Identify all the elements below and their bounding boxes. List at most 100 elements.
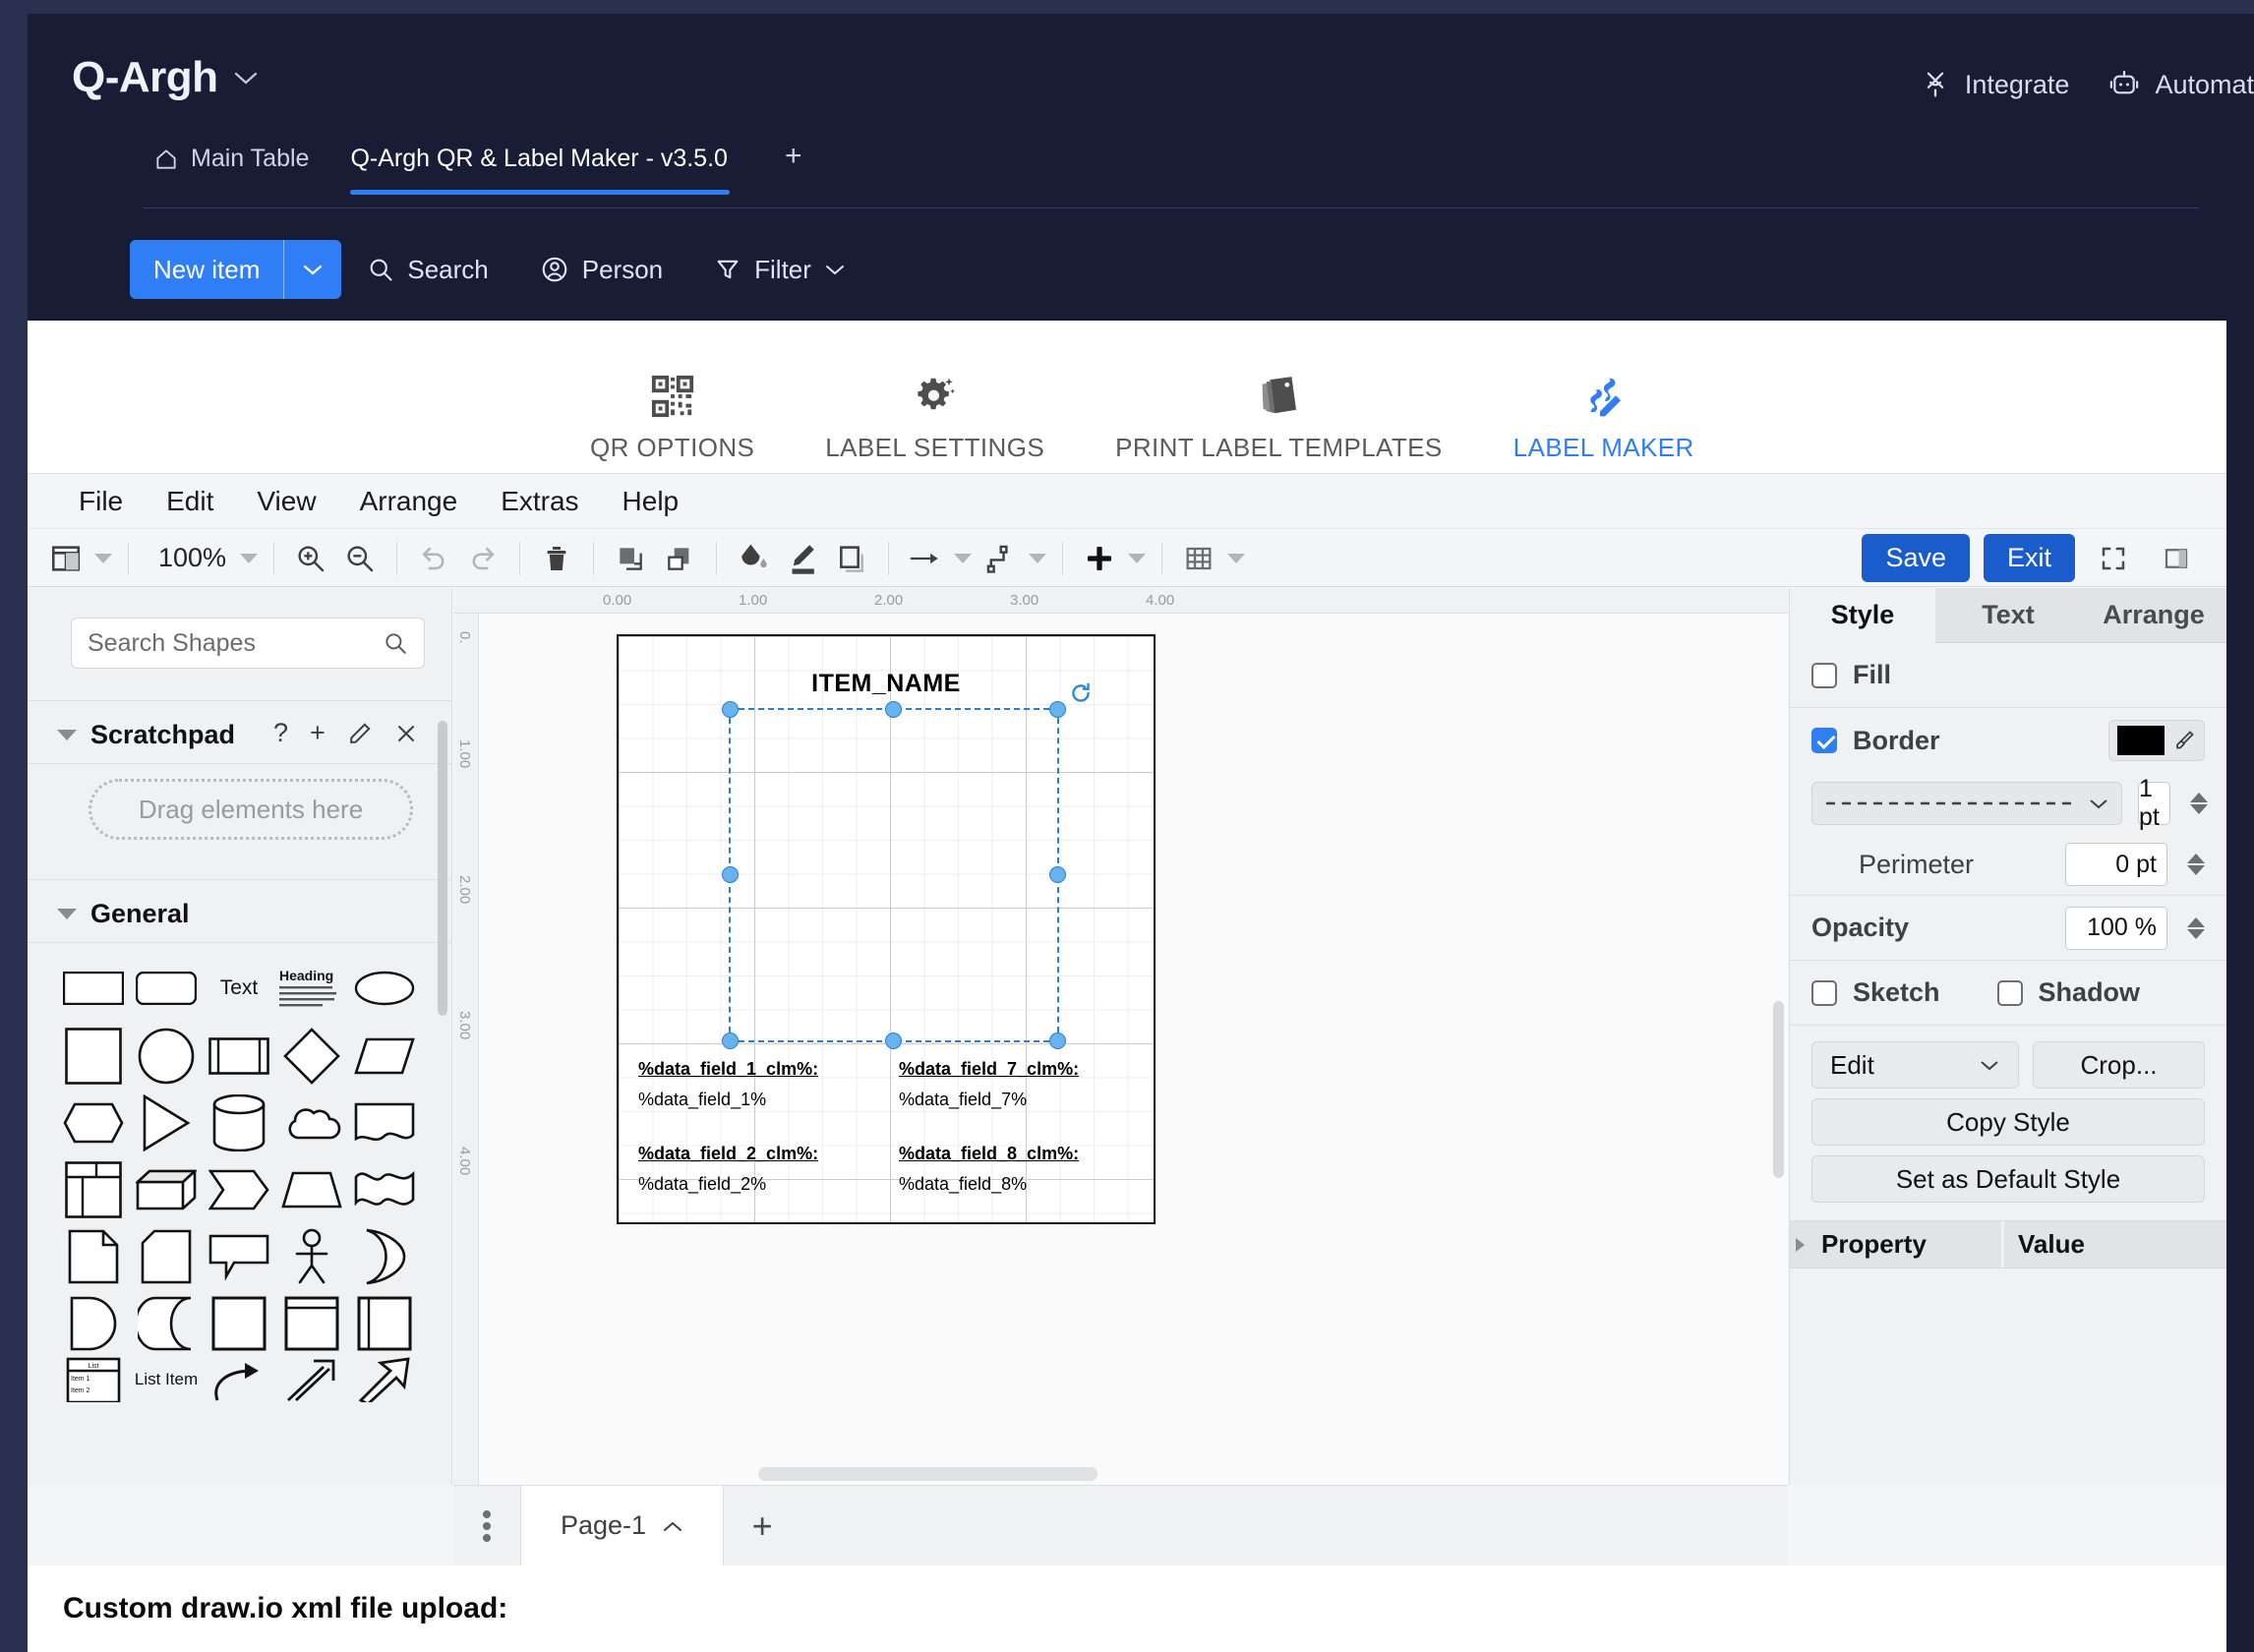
shape-vertical-container[interactable] (348, 1290, 421, 1357)
app-nav-label-settings[interactable]: LABEL SETTINGS (790, 374, 1080, 473)
menu-file[interactable]: File (57, 486, 145, 517)
delete-icon[interactable] (532, 536, 581, 581)
waypoint-dropdown[interactable] (1025, 536, 1050, 581)
line-color-icon[interactable] (778, 536, 827, 581)
waypoint-icon[interactable] (976, 536, 1025, 581)
shape-step[interactable] (203, 1156, 275, 1223)
scratchpad-dropzone[interactable]: Drag elements here (89, 779, 413, 840)
board-title-row[interactable]: Q-Argh (72, 53, 260, 102)
crop-button[interactable]: Crop... (2033, 1041, 2205, 1089)
shape-note[interactable] (57, 1223, 130, 1290)
expand-triangle-icon[interactable] (1796, 1237, 1805, 1252)
automate-button[interactable]: Automat (2106, 68, 2254, 101)
shape-card[interactable] (130, 1223, 203, 1290)
shape-cube[interactable] (130, 1156, 203, 1223)
new-item-chevron-down-icon[interactable] (284, 240, 341, 299)
set-default-style-button[interactable]: Set as Default Style (1811, 1155, 2205, 1203)
menu-edit[interactable]: Edit (145, 486, 235, 517)
shape-actor[interactable] (275, 1223, 348, 1290)
canvas-horizontal-scrollbar[interactable] (758, 1467, 1097, 1481)
shape-ellipse[interactable] (348, 954, 421, 1023)
zoom-out-icon[interactable] (335, 536, 385, 581)
filter-button[interactable]: Filter (688, 255, 871, 285)
opacity-stepper[interactable] (2187, 916, 2205, 939)
redo-icon[interactable] (458, 536, 507, 581)
table-dropdown[interactable] (1223, 536, 1249, 581)
fill-color-icon[interactable] (729, 536, 778, 581)
shape-trapezoid[interactable] (275, 1156, 348, 1223)
shape-block-arrow[interactable] (348, 1357, 421, 1402)
border-color-control[interactable] (2108, 720, 2205, 761)
field-label[interactable]: %data_field_1_clm%: (638, 1059, 818, 1080)
insert-dropdown[interactable] (1124, 536, 1150, 581)
shape-delay[interactable] (57, 1290, 130, 1357)
shadow-checkbox[interactable] (1996, 979, 2023, 1006)
tab-text[interactable]: Text (1935, 588, 2081, 643)
shape-parallelogram[interactable] (348, 1023, 421, 1090)
shape-horizontal-container[interactable] (275, 1290, 348, 1357)
board-tab-main-table[interactable]: Main Table (144, 145, 340, 195)
shadow-icon[interactable] (827, 536, 876, 581)
shape-cylinder[interactable] (203, 1090, 275, 1156)
shape-process[interactable] (203, 1023, 275, 1090)
shape-text[interactable]: Text (203, 954, 275, 1023)
undo-icon[interactable] (409, 536, 458, 581)
label-page[interactable]: ITEM_NAME %data_field_1_clm%: %data_fiel… (617, 634, 1156, 1224)
app-nav-qr-options[interactable]: QR OPTIONS (555, 374, 790, 473)
shape-table[interactable] (57, 1156, 130, 1223)
scratchpad-help-icon[interactable]: ? (273, 718, 288, 748)
canvas-area[interactable]: 0.00 1.00 2.00 3.00 4.00 0. 1.00 2.00 3.… (453, 588, 1788, 1485)
border-checkbox[interactable] (1811, 728, 1837, 753)
menu-help[interactable]: Help (601, 486, 701, 517)
view-layout-icon[interactable] (41, 536, 90, 581)
shape-circle[interactable] (130, 1023, 203, 1090)
field-label[interactable]: %data_field_8_clm%: (899, 1144, 1079, 1164)
exit-button[interactable]: Exit (1983, 534, 2075, 582)
connection-arrow-icon[interactable] (901, 536, 950, 581)
integrate-button[interactable]: Integrate (1919, 68, 2069, 101)
sketch-checkbox[interactable] (1811, 979, 1837, 1006)
shape-diamond[interactable] (275, 1023, 348, 1090)
chevron-up-icon[interactable] (662, 1519, 683, 1533)
search-icon[interactable] (383, 630, 408, 656)
view-layout-dropdown[interactable] (90, 536, 116, 581)
fill-checkbox[interactable] (1811, 662, 1837, 688)
border-width-stepper[interactable] (2189, 793, 2208, 814)
tab-style[interactable]: Style (1790, 588, 1935, 643)
shape-crescent[interactable] (348, 1223, 421, 1290)
property-column-header[interactable]: Property (1790, 1221, 2001, 1268)
zoom-level-label[interactable]: 100% (141, 543, 236, 573)
shape-document[interactable] (348, 1090, 421, 1156)
field-value[interactable]: %data_field_2% (638, 1174, 818, 1195)
format-panel-icon[interactable] (2152, 536, 2201, 581)
add-board-tab-button[interactable]: + (759, 140, 828, 195)
resize-handle-w[interactable] (722, 866, 739, 883)
field-label[interactable]: %data_field_2_clm%: (638, 1144, 818, 1164)
fullscreen-icon[interactable] (2089, 536, 2138, 581)
page-menu-icon[interactable] (453, 1486, 520, 1565)
field-value[interactable]: %data_field_7% (899, 1090, 1079, 1110)
resize-handle-n[interactable] (885, 701, 902, 718)
shape-double-arrow[interactable] (275, 1357, 348, 1402)
to-back-icon[interactable] (655, 536, 704, 581)
menu-arrange[interactable]: Arrange (338, 486, 480, 517)
tab-arrange[interactable]: Arrange (2081, 588, 2226, 643)
app-nav-label-maker[interactable]: LABEL MAKER (1478, 374, 1730, 485)
shape-callout[interactable] (203, 1223, 275, 1290)
opacity-input[interactable]: 100 % (2065, 906, 2167, 950)
shape-curved-arrow[interactable] (203, 1357, 275, 1402)
edit-button[interactable]: Edit (1811, 1041, 2019, 1089)
to-front-icon[interactable] (606, 536, 655, 581)
resize-handle-ne[interactable] (1049, 701, 1066, 718)
border-width-input[interactable]: 1 pt (2138, 775, 2170, 831)
shape-container[interactable] (203, 1290, 275, 1357)
edit-pencil-icon[interactable] (347, 721, 373, 746)
zoom-in-icon[interactable] (286, 536, 335, 581)
close-x-icon[interactable] (394, 722, 418, 745)
shape-list-item[interactable]: List Item (130, 1357, 203, 1402)
copy-style-button[interactable]: Copy Style (1811, 1098, 2205, 1146)
shapes-scrollbar[interactable] (438, 721, 447, 1016)
selected-shape[interactable] (722, 701, 1066, 1049)
menu-extras[interactable]: Extras (479, 486, 600, 517)
zoom-dropdown[interactable] (236, 536, 262, 581)
